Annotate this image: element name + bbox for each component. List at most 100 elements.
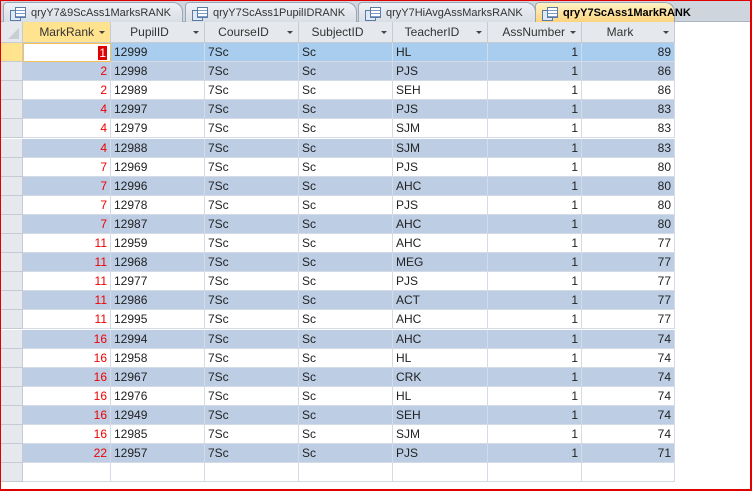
column-header-assnumber[interactable]: AssNumber [488,22,582,43]
cell-mark[interactable]: 77 [582,253,675,273]
cell-mark[interactable]: 74 [582,329,675,349]
cell-pupilid[interactable]: 12996 [111,176,205,196]
cell-teacherid[interactable]: CRK [393,367,488,387]
cell-markrank[interactable]: 2 [23,62,111,82]
cell-pupilid[interactable]: 12969 [111,157,205,177]
cell-markrank[interactable]: 11 [23,253,111,273]
cell-subjectid[interactable]: Sc [299,291,393,311]
cell-markrank[interactable]: 11 [23,272,111,292]
cell-teacherid[interactable]: SJM [393,425,488,445]
cell-courseid[interactable]: 7Sc [205,138,299,158]
cell-teacherid[interactable]: PJS [393,272,488,292]
cell-markrank[interactable]: 16 [23,386,111,406]
cell-mark[interactable]: 74 [582,386,675,406]
cell-markrank[interactable]: 7 [23,157,111,177]
cell-mark[interactable]: 77 [582,291,675,311]
cell-assnumber[interactable]: 1 [488,253,582,273]
cell-subjectid[interactable]: Sc [299,119,393,139]
tab-qryy7&9scass1marksrank[interactable]: qryY7&9ScAss1MarksRANK [3,2,183,22]
cell-subjectid[interactable]: Sc [299,157,393,177]
cell-assnumber[interactable]: 1 [488,81,582,101]
cell-teacherid[interactable]: MEG [393,253,488,273]
table-row[interactable]: 4 12988 7Sc Sc SJM 1 83 [0,138,675,158]
cell-assnumber[interactable]: 1 [488,425,582,445]
cell-markrank[interactable]: 11 [23,291,111,311]
table-row[interactable]: 16 12967 7Sc Sc CRK 1 74 [0,367,675,387]
cell-assnumber[interactable]: 1 [488,138,582,158]
table-row[interactable]: 16 12976 7Sc Sc HL 1 74 [0,386,675,406]
table-row[interactable]: 7 12987 7Sc Sc AHC 1 80 [0,214,675,234]
dropdown-arrow-icon[interactable] [663,31,669,34]
cell-pupilid[interactable]: 12999 [111,43,205,63]
new-record-row[interactable] [0,463,675,483]
cell-assnumber[interactable]: 1 [488,157,582,177]
cell-courseid[interactable]: 7Sc [205,405,299,425]
cell-assnumber[interactable]: 1 [488,291,582,311]
cell-courseid[interactable]: 7Sc [205,253,299,273]
cell-mark[interactable]: 77 [582,272,675,292]
table-row[interactable]: 2 12998 7Sc Sc PJS 1 86 [0,62,675,82]
cell-assnumber[interactable]: 1 [488,367,582,387]
table-row[interactable]: 16 12985 7Sc Sc SJM 1 74 [0,425,675,445]
select-all-button[interactable] [0,22,23,43]
dropdown-arrow-icon[interactable] [570,31,576,34]
table-row[interactable]: 16 12949 7Sc Sc SEH 1 74 [0,405,675,425]
cell-mark[interactable]: 74 [582,405,675,425]
cell-courseid[interactable]: 7Sc [205,119,299,139]
cell-pupilid[interactable]: 12987 [111,214,205,234]
cell-subjectid[interactable]: Sc [299,425,393,445]
cell-teacherid[interactable]: SEH [393,81,488,101]
cell-subjectid[interactable]: Sc [299,348,393,368]
cell-markrank[interactable]: 16 [23,348,111,368]
cell-mark[interactable]: 89 [582,43,675,63]
cell-subjectid[interactable]: Sc [299,405,393,425]
cell-mark[interactable]: 83 [582,119,675,139]
table-row[interactable]: 1 12999 7Sc Sc HL 1 89 [0,43,675,63]
dropdown-arrow-icon[interactable] [193,31,199,34]
cell-mark[interactable]: 80 [582,176,675,196]
cell-mark[interactable]: 77 [582,310,675,330]
cell-markrank[interactable]: 7 [23,195,111,215]
cell-teacherid[interactable]: SEH [393,405,488,425]
cell-markrank[interactable]: 22 [23,444,111,464]
cell-markrank[interactable]: 7 [23,214,111,234]
cell-subjectid[interactable]: Sc [299,234,393,254]
cell-mark[interactable]: 77 [582,234,675,254]
cell-courseid[interactable]: 7Sc [205,272,299,292]
cell-subjectid[interactable]: Sc [299,43,393,63]
cell-teacherid[interactable]: PJS [393,157,488,177]
cell-assnumber[interactable]: 1 [488,405,582,425]
table-row[interactable]: 11 12977 7Sc Sc PJS 1 77 [0,272,675,292]
cell-markrank[interactable]: 1 [23,43,111,63]
cell-subjectid[interactable]: Sc [299,310,393,330]
cell-pupilid[interactable]: 12957 [111,444,205,464]
cell-teacherid[interactable]: HL [393,43,488,63]
cell-subjectid[interactable] [299,463,393,483]
cell-courseid[interactable]: 7Sc [205,291,299,311]
cell-courseid[interactable]: 7Sc [205,329,299,349]
table-row[interactable]: 11 12986 7Sc Sc ACT 1 77 [0,291,675,311]
cell-assnumber[interactable]: 1 [488,176,582,196]
cell-subjectid[interactable]: Sc [299,444,393,464]
cell-teacherid[interactable]: PJS [393,444,488,464]
cell-courseid[interactable]: 7Sc [205,234,299,254]
dropdown-arrow-icon[interactable] [381,31,387,34]
cell-markrank[interactable]: 7 [23,176,111,196]
cell-teacherid[interactable]: PJS [393,100,488,120]
cell-markrank[interactable]: 11 [23,310,111,330]
cell-subjectid[interactable]: Sc [299,62,393,82]
cell-pupilid[interactable]: 12949 [111,405,205,425]
table-row[interactable]: 4 12997 7Sc Sc PJS 1 83 [0,100,675,120]
cell-markrank[interactable]: 16 [23,329,111,349]
table-row[interactable]: 2 12989 7Sc Sc SEH 1 86 [0,81,675,101]
column-header-markrank[interactable]: MarkRank [23,22,111,43]
cell-pupilid[interactable]: 12958 [111,348,205,368]
cell-pupilid[interactable]: 12997 [111,100,205,120]
column-header-mark[interactable]: Mark [582,22,675,43]
cell-assnumber[interactable]: 1 [488,329,582,349]
cell-assnumber[interactable]: 1 [488,272,582,292]
cell-pupilid[interactable]: 12976 [111,386,205,406]
dropdown-arrow-icon[interactable] [287,31,293,34]
cell-subjectid[interactable]: Sc [299,176,393,196]
cell-subjectid[interactable]: Sc [299,138,393,158]
